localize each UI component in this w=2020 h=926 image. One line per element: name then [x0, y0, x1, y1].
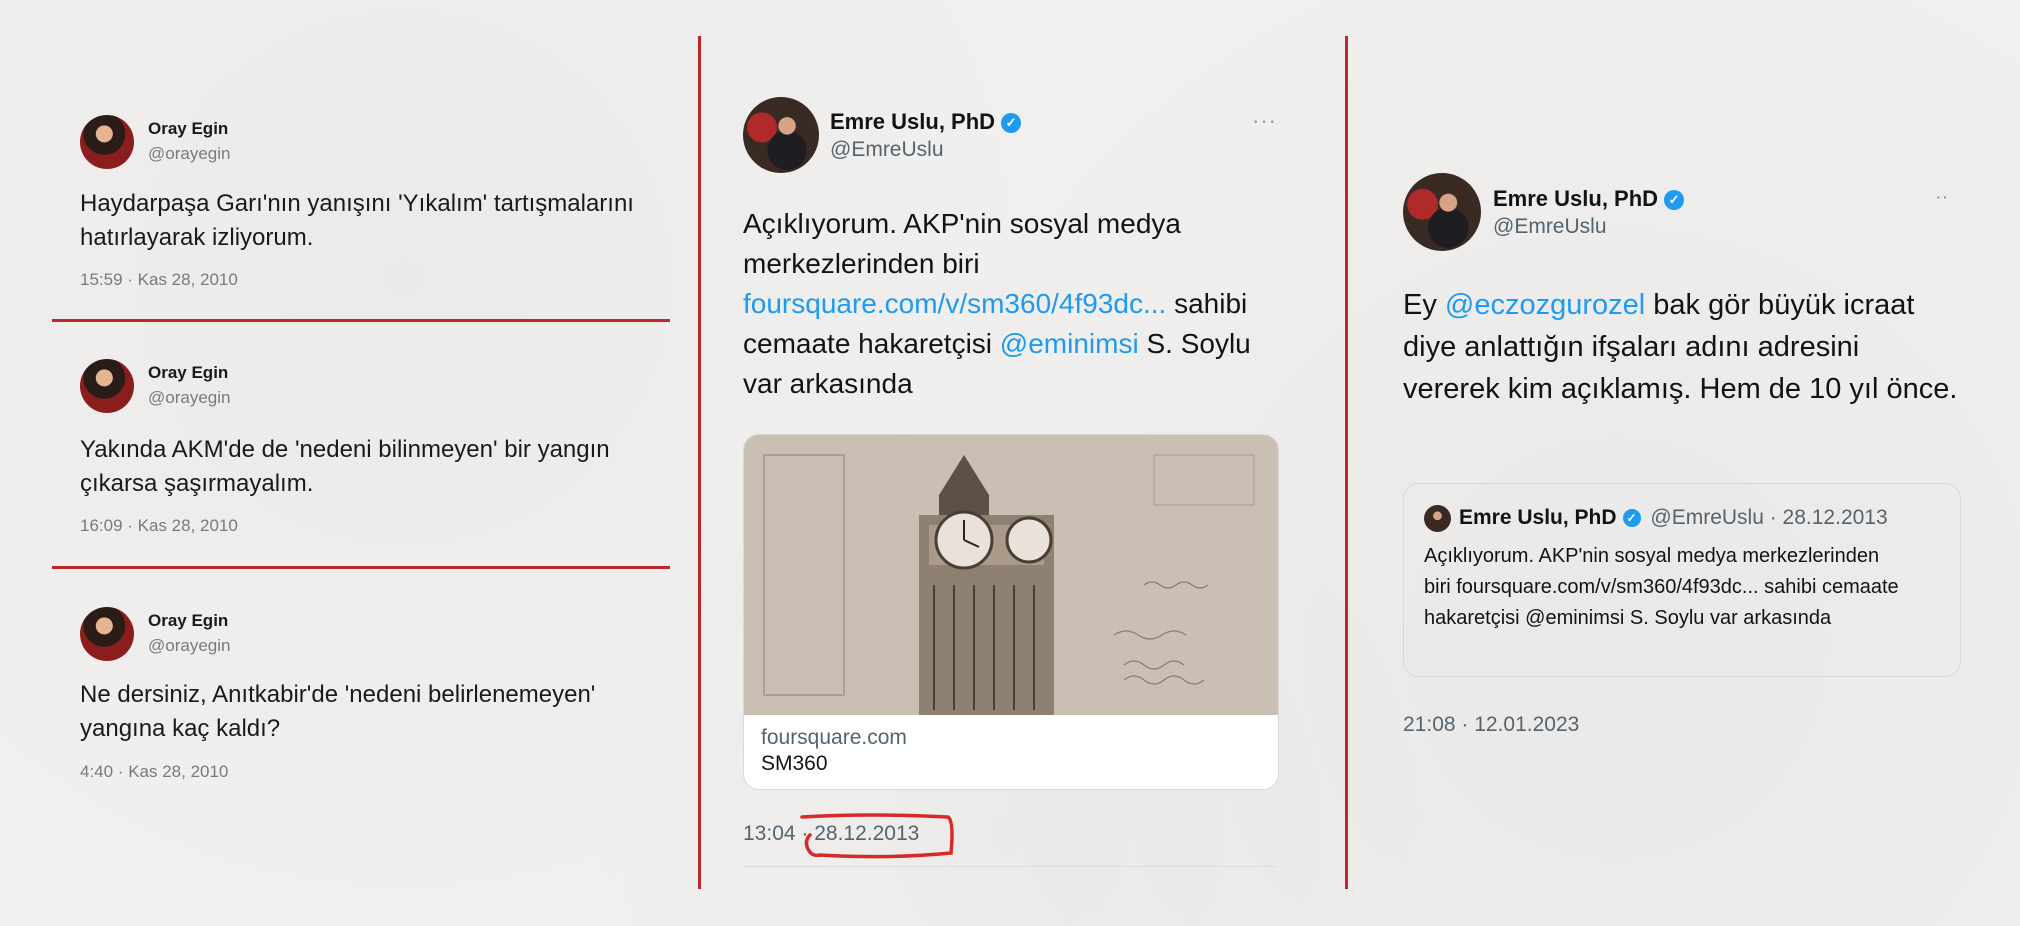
verified-badge-icon: ✓: [1622, 509, 1641, 528]
tweet-timestamp[interactable]: 15:59 · Kas 28, 2010: [80, 270, 238, 290]
highlight-circle-icon: [800, 813, 954, 859]
divider-vertical-right: [1345, 36, 1348, 889]
author-name[interactable]: Oray Egin: [148, 363, 228, 383]
quoted-author-row[interactable]: Emre Uslu, PhD ✓ @EmreUslu · 28.12.2013: [1459, 506, 1888, 530]
mention-link[interactable]: @eminimsi: [1000, 328, 1139, 359]
tweet-text: Açıklıyorum. AKP'nin sosyal medya merkez…: [743, 204, 1283, 404]
avatar[interactable]: [80, 115, 134, 169]
tweet-timestamp[interactable]: 21:08 · 12.01.2023: [1403, 713, 1579, 737]
tweet-timestamp[interactable]: 4:40 · Kas 28, 2010: [80, 762, 228, 782]
author-name-row[interactable]: Emre Uslu, PhD ✓: [830, 109, 1022, 135]
author-handle[interactable]: @orayegin: [148, 144, 230, 164]
tweet-text: Yakında AKM'de de 'nedeni bilinmeyen' bi…: [80, 436, 610, 497]
avatar[interactable]: [80, 359, 134, 413]
big-ben-postcard-icon: [744, 435, 1278, 715]
more-options-icon[interactable]: ···: [1252, 108, 1277, 134]
avatar[interactable]: [80, 607, 134, 661]
link-preview-title[interactable]: SM360: [761, 752, 828, 776]
avatar[interactable]: [1403, 173, 1481, 251]
author-handle[interactable]: @EmreUslu: [830, 138, 944, 162]
divider-vertical-left: [698, 36, 701, 889]
tweet-text: Ne dersiniz, Anıtkabir'de 'nedeni belirl…: [80, 681, 596, 742]
tweet-text: Haydarpaşa Garı'nın yanışını 'Yıkalım' t…: [80, 190, 634, 251]
author-handle[interactable]: @orayegin: [148, 388, 230, 408]
link-preview-domain[interactable]: foursquare.com: [761, 726, 907, 750]
tweet-card[interactable]: Oray Egin @orayegin Yakında AKM'de de 'n…: [80, 359, 680, 539]
mention-link[interactable]: @eczozgurozel: [1445, 289, 1645, 321]
tweet-card[interactable]: Oray Egin @orayegin Ne dersiniz, Anıtkab…: [80, 607, 680, 787]
verified-badge-icon: ✓: [1001, 113, 1022, 134]
author-name[interactable]: Emre Uslu, PhD: [1493, 186, 1658, 211]
quoted-tweet-text: Açıklıyorum. AKP'nin sosyal medya merkez…: [1424, 545, 1899, 629]
tweet-text-part: Ey: [1403, 289, 1445, 321]
author-handle[interactable]: @orayegin: [148, 636, 230, 656]
avatar[interactable]: [743, 97, 819, 173]
tweet-bottom-divider: [743, 866, 1277, 867]
quoted-author-name[interactable]: Emre Uslu, PhD: [1459, 506, 1617, 529]
author-name[interactable]: Emre Uslu, PhD: [830, 109, 995, 134]
quoted-handle-date[interactable]: @EmreUslu · 28.12.2013: [1650, 506, 1887, 529]
author-name[interactable]: Oray Egin: [148, 119, 228, 139]
author-name-row[interactable]: Emre Uslu, PhD ✓: [1493, 186, 1685, 212]
author-name[interactable]: Oray Egin: [148, 611, 228, 631]
divider-horizontal-1: [52, 319, 670, 322]
tweet-text-part: Açıklıyorum. AKP'nin sosyal medya merkez…: [743, 208, 1181, 279]
link-preview-image[interactable]: [744, 435, 1278, 715]
verified-badge-icon: ✓: [1664, 190, 1685, 211]
avatar[interactable]: [1424, 505, 1451, 532]
tweet-link[interactable]: foursquare.com/v/sm360/4f93dc...: [743, 288, 1166, 319]
author-handle[interactable]: @EmreUslu: [1493, 215, 1607, 239]
divider-horizontal-2: [52, 566, 670, 569]
quoted-tweet[interactable]: Emre Uslu, PhD ✓ @EmreUslu · 28.12.2013 A…: [1403, 483, 1961, 677]
tweet-timestamp[interactable]: 16:09 · Kas 28, 2010: [80, 516, 238, 536]
tweet-text: Ey @eczozgurozel bak gör büyük icraat di…: [1403, 284, 1963, 410]
tweet-card[interactable]: Oray Egin @orayegin Haydarpaşa Garı'nın …: [80, 115, 680, 295]
more-options-icon[interactable]: ··: [1935, 186, 1948, 209]
link-preview-card[interactable]: foursquare.com SM360: [743, 434, 1279, 790]
